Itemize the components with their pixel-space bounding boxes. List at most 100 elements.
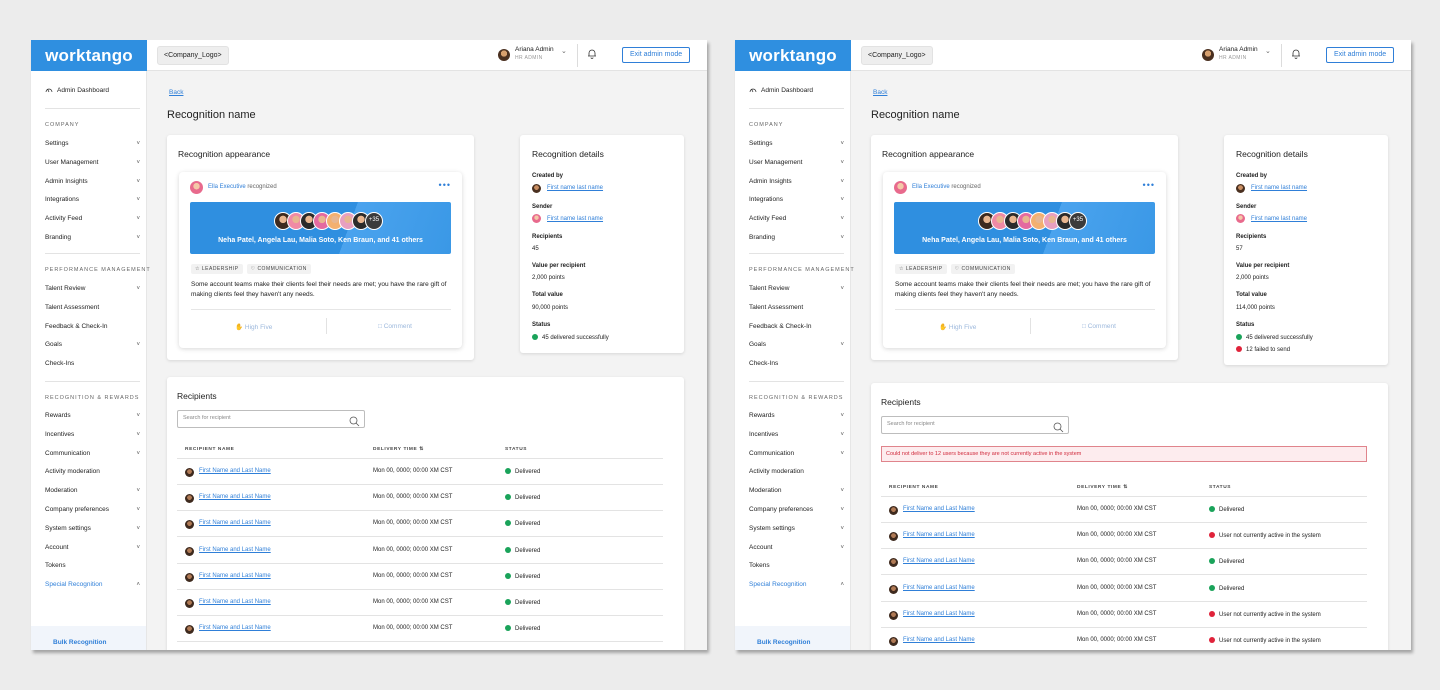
recipient-avatar (889, 637, 898, 646)
sidebar-item-moderation[interactable]: Moderation ˅ (749, 486, 844, 496)
sender-name-link[interactable]: Ella Executive (208, 184, 246, 190)
brand-logo[interactable]: worktango (31, 40, 147, 71)
sidebar-item-activity-moderation[interactable]: Activity moderation (45, 467, 140, 477)
sidebar-item-branding[interactable]: Branding ˅ (45, 233, 140, 243)
sidebar-item-check-ins[interactable]: Check-Ins (45, 359, 140, 369)
recipient-name-link[interactable]: First Name and Last Name (903, 532, 975, 538)
column-header-delivery-time[interactable]: DELIVERY TIME ⇅ (373, 447, 424, 452)
recipient-name-link[interactable]: First Name and Last Name (199, 573, 271, 579)
admin-dashboard-link[interactable]: Admin Dashboard (749, 85, 813, 95)
sidebar-item-settings[interactable]: Settings ˅ (749, 139, 844, 149)
chevron-down-icon[interactable]: ⌄ (1265, 47, 1271, 55)
user-name[interactable]: Ariana Admin (515, 46, 554, 53)
sidebar-item-tokens[interactable]: Tokens (45, 561, 140, 571)
brand-logo[interactable]: worktango (735, 40, 851, 71)
sidebar-item-talent-review[interactable]: Talent Review ˅ (749, 284, 844, 294)
sidebar-item-activity-moderation[interactable]: Activity moderation (749, 467, 844, 477)
sidebar-item-activity-feed[interactable]: Activity Feed ˅ (45, 214, 140, 224)
sidebar-item-admin-insights[interactable]: Admin Insights ˅ (45, 177, 140, 187)
recipient-name-link[interactable]: First Name and Last Name (199, 599, 271, 605)
sidebar-item-settings[interactable]: Settings ˅ (45, 139, 140, 149)
sender-name-link[interactable]: Ella Executive (912, 184, 950, 190)
column-header-status: STATUS (505, 447, 528, 452)
sidebar-item-admin-insights[interactable]: Admin Insights ˅ (749, 177, 844, 187)
search-input[interactable]: Search for recipient (881, 416, 1069, 434)
creator-name-link[interactable]: First name last name (1251, 185, 1307, 191)
high-five-button[interactable]: ✋ High Five (235, 323, 272, 331)
sidebar-item-moderation[interactable]: Moderation ˅ (45, 486, 140, 496)
sidebar-subitem-bulk-recognition[interactable]: Bulk Recognition (757, 639, 810, 646)
sidebar-item-talent-assessment[interactable]: Talent Assessment (45, 303, 140, 313)
recipient-name-link[interactable]: First Name and Last Name (903, 585, 975, 591)
table-row: First Name and Last Name Mon 00, 0000; 00… (177, 616, 663, 643)
search-input[interactable]: Search for recipient (177, 410, 365, 428)
sidebar-item-talent-review[interactable]: Talent Review ˅ (45, 284, 140, 294)
recipient-name-link[interactable]: First Name and Last Name (199, 547, 271, 553)
recipient-name-link[interactable]: First Name and Last Name (199, 520, 271, 526)
recipient-name-link[interactable]: First Name and Last Name (199, 625, 271, 631)
bell-icon[interactable] (1291, 48, 1301, 59)
sidebar-item-special-recognition[interactable]: Special Recognition ˄ (45, 580, 140, 590)
sidebar-item-user-management[interactable]: User Management ˅ (45, 158, 140, 168)
more-options-icon[interactable]: ••• (439, 180, 451, 190)
sidebar-item-check-ins[interactable]: Check-Ins (749, 359, 844, 369)
recipient-name-link[interactable]: First Name and Last Name (199, 494, 271, 500)
user-avatar[interactable] (498, 49, 510, 61)
bell-icon[interactable] (587, 48, 597, 59)
recipient-name-link[interactable]: First Name and Last Name (903, 558, 975, 564)
sidebar-item-communication[interactable]: Communication ˅ (45, 449, 140, 459)
recipient-name-link[interactable]: First Name and Last Name (903, 611, 975, 617)
sidebar-item-feedback-check-in[interactable]: Feedback & Check-In (45, 322, 140, 332)
sidebar-item-incentives[interactable]: Incentives ˅ (45, 430, 140, 440)
sidebar-item-label: Communication (749, 449, 795, 457)
exit-admin-mode-button[interactable]: Exit admin mode (1326, 47, 1395, 63)
more-options-icon[interactable]: ••• (1143, 180, 1155, 190)
sidebar-item-rewards[interactable]: Rewards ˅ (45, 411, 140, 421)
sidebar-item-rewards[interactable]: Rewards ˅ (749, 411, 844, 421)
high-five-label: High Five (948, 324, 977, 331)
sidebar-subitem-bulk-recognition[interactable]: Bulk Recognition (53, 639, 106, 646)
recipient-name-link[interactable]: First Name and Last Name (199, 468, 271, 474)
sidebar-item-company-preferences[interactable]: Company preferences ˅ (749, 505, 844, 515)
user-name[interactable]: Ariana Admin (1219, 46, 1258, 53)
sidebar-item-goals[interactable]: Goals ˅ (749, 340, 844, 350)
sidebar-item-company-preferences[interactable]: Company preferences ˅ (45, 505, 140, 515)
sender-name-link[interactable]: First name last name (547, 216, 603, 222)
sidebar-item-system-settings[interactable]: System settings ˅ (749, 524, 844, 534)
back-link[interactable]: Back (873, 89, 887, 96)
recipient-name-link[interactable]: First Name and Last Name (903, 506, 975, 512)
search-icon[interactable] (1053, 420, 1064, 433)
sidebar-item-account[interactable]: Account ˅ (45, 543, 140, 553)
sidebar-item-integrations[interactable]: Integrations ˅ (45, 195, 140, 205)
sidebar-item-account[interactable]: Account ˅ (749, 543, 844, 553)
sidebar-item-incentives[interactable]: Incentives ˅ (749, 430, 844, 440)
sidebar-item-feedback-check-in[interactable]: Feedback & Check-In (749, 322, 844, 332)
high-five-button[interactable]: ✋ High Five (939, 323, 976, 331)
creator-name-link[interactable]: First name last name (547, 185, 603, 191)
sidebar-item-special-recognition[interactable]: Special Recognition ˄ (749, 580, 844, 590)
exit-admin-mode-button[interactable]: Exit admin mode (622, 47, 691, 63)
sender-name-link[interactable]: First name last name (1251, 216, 1307, 222)
recipient-name-link[interactable]: First Name and Last Name (903, 637, 975, 643)
column-header-delivery-time[interactable]: DELIVERY TIME ⇅ (1077, 485, 1128, 490)
sidebar-item-communication[interactable]: Communication ˅ (749, 449, 844, 459)
sort-icon[interactable]: ⇅ (1121, 485, 1128, 490)
sidebar-item-user-management[interactable]: User Management ˅ (749, 158, 844, 168)
chevron-down-icon: ˅ (840, 413, 844, 419)
sidebar-item-tokens[interactable]: Tokens (749, 561, 844, 571)
comment-button[interactable]: □ Comment (378, 323, 412, 330)
chevron-down-icon[interactable]: ⌄ (561, 47, 567, 55)
admin-dashboard-link[interactable]: Admin Dashboard (45, 85, 109, 95)
sidebar-item-goals[interactable]: Goals ˅ (45, 340, 140, 350)
search-icon[interactable] (349, 414, 360, 427)
sidebar-item-system-settings[interactable]: System settings ˅ (45, 524, 140, 534)
sort-icon[interactable]: ⇅ (417, 447, 424, 452)
sidebar-item-activity-feed[interactable]: Activity Feed ˅ (749, 214, 844, 224)
user-avatar[interactable] (1202, 49, 1214, 61)
delivery-status-text: Delivered (515, 495, 541, 502)
sidebar-item-integrations[interactable]: Integrations ˅ (749, 195, 844, 205)
sidebar-item-talent-assessment[interactable]: Talent Assessment (749, 303, 844, 313)
sidebar-item-branding[interactable]: Branding ˅ (749, 233, 844, 243)
back-link[interactable]: Back (169, 89, 183, 96)
comment-button[interactable]: □ Comment (1082, 323, 1116, 330)
